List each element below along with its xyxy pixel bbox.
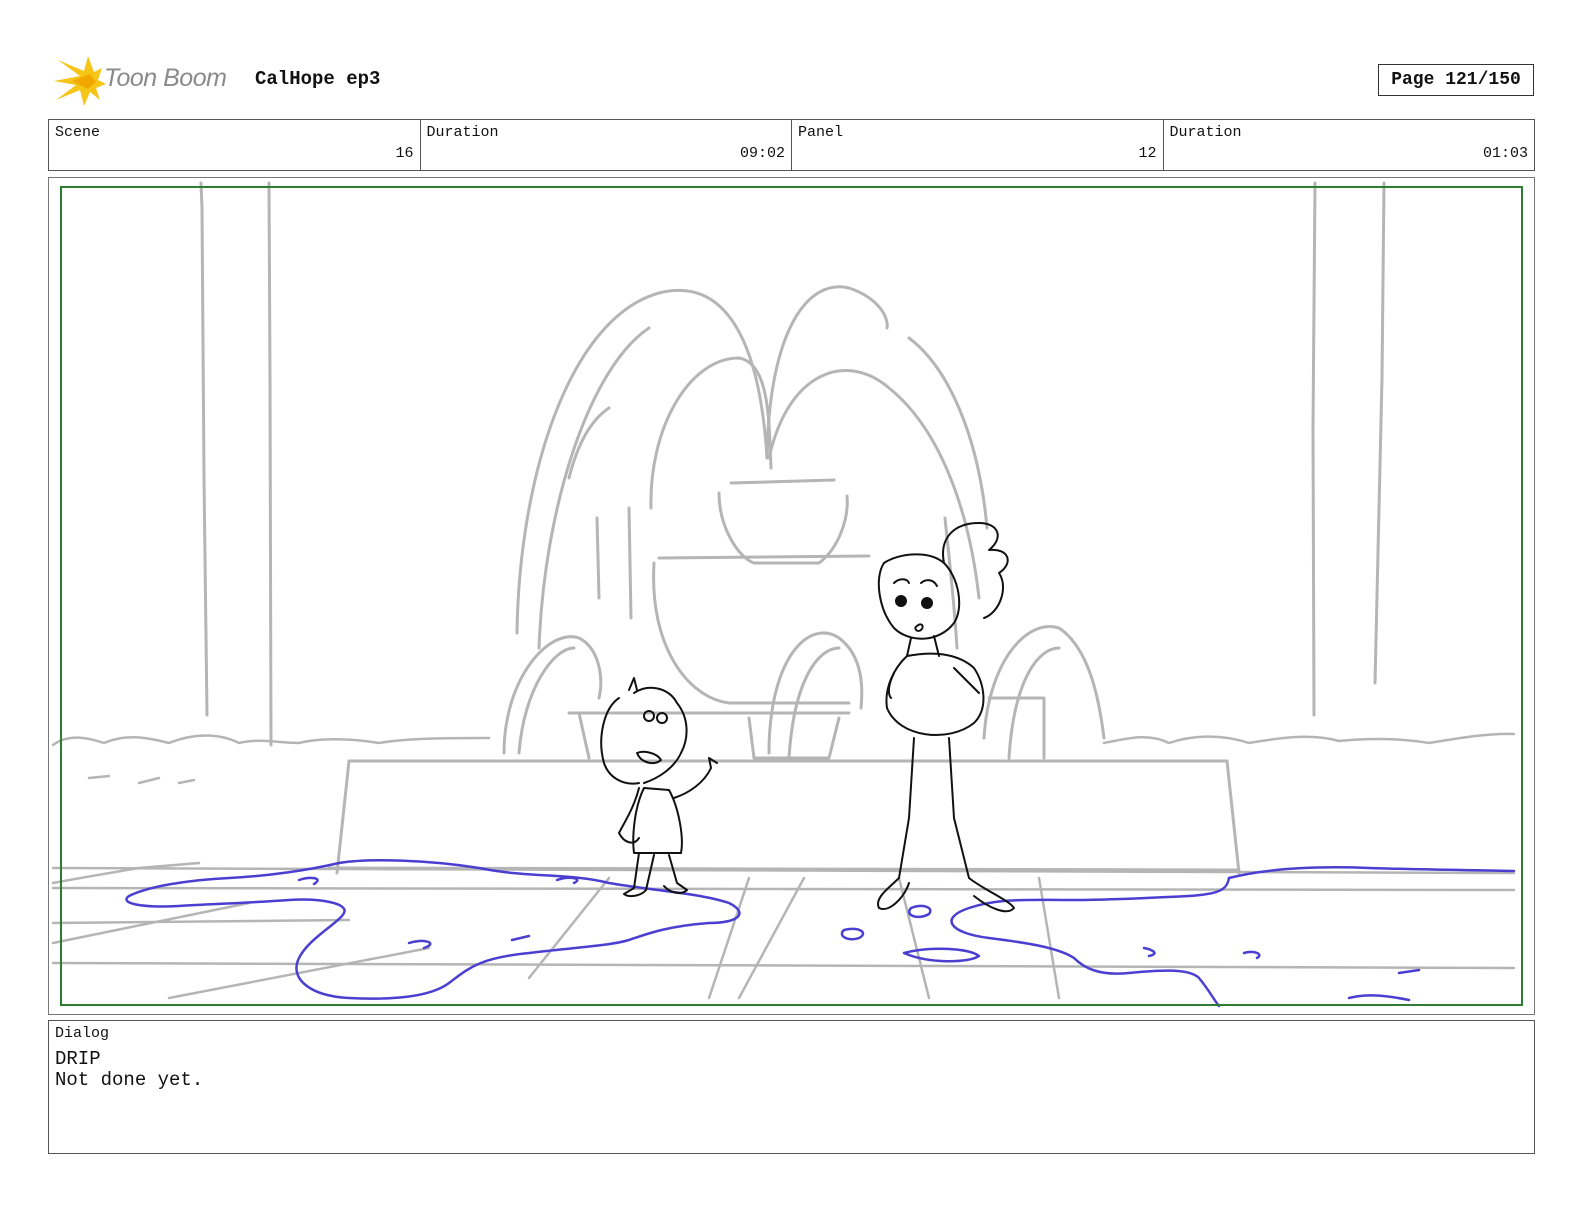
- scene-duration-label: Duration: [426, 124, 499, 141]
- document-title: CalHope ep3: [255, 68, 381, 90]
- scene-duration-value: 09:02: [739, 145, 785, 162]
- panel-cell: Panel 12: [792, 120, 1164, 170]
- page-indicator: Page 121/150: [1378, 64, 1534, 96]
- scene-label: Scene: [55, 124, 101, 141]
- safe-area-frame: [60, 186, 1523, 1006]
- scene-cell: Scene 16: [49, 120, 421, 170]
- dialog-label: Dialog: [55, 1025, 110, 1042]
- dialog-line-1: DRIP: [55, 1048, 101, 1070]
- panel-label: Panel: [798, 124, 844, 141]
- panel-duration-value: 01:03: [1482, 145, 1528, 162]
- panel-value: 12: [1138, 145, 1157, 162]
- dialog-box: Dialog DRIP Not done yet.: [48, 1020, 1535, 1154]
- dialog-line-2: Not done yet.: [55, 1069, 204, 1091]
- dialog-text: DRIP Not done yet.: [55, 1049, 203, 1091]
- scene-duration-cell: Duration 09:02: [421, 120, 792, 170]
- scene-info-row: Scene 16 Duration 09:02 Panel 12 Duratio…: [48, 119, 1535, 171]
- scene-value: 16: [395, 145, 414, 162]
- panel-duration-cell: Duration 01:03: [1164, 120, 1535, 170]
- logo-text: Toon Boom: [104, 64, 227, 92]
- storyboard-panel: [48, 177, 1535, 1015]
- panel-duration-label: Duration: [1169, 124, 1242, 141]
